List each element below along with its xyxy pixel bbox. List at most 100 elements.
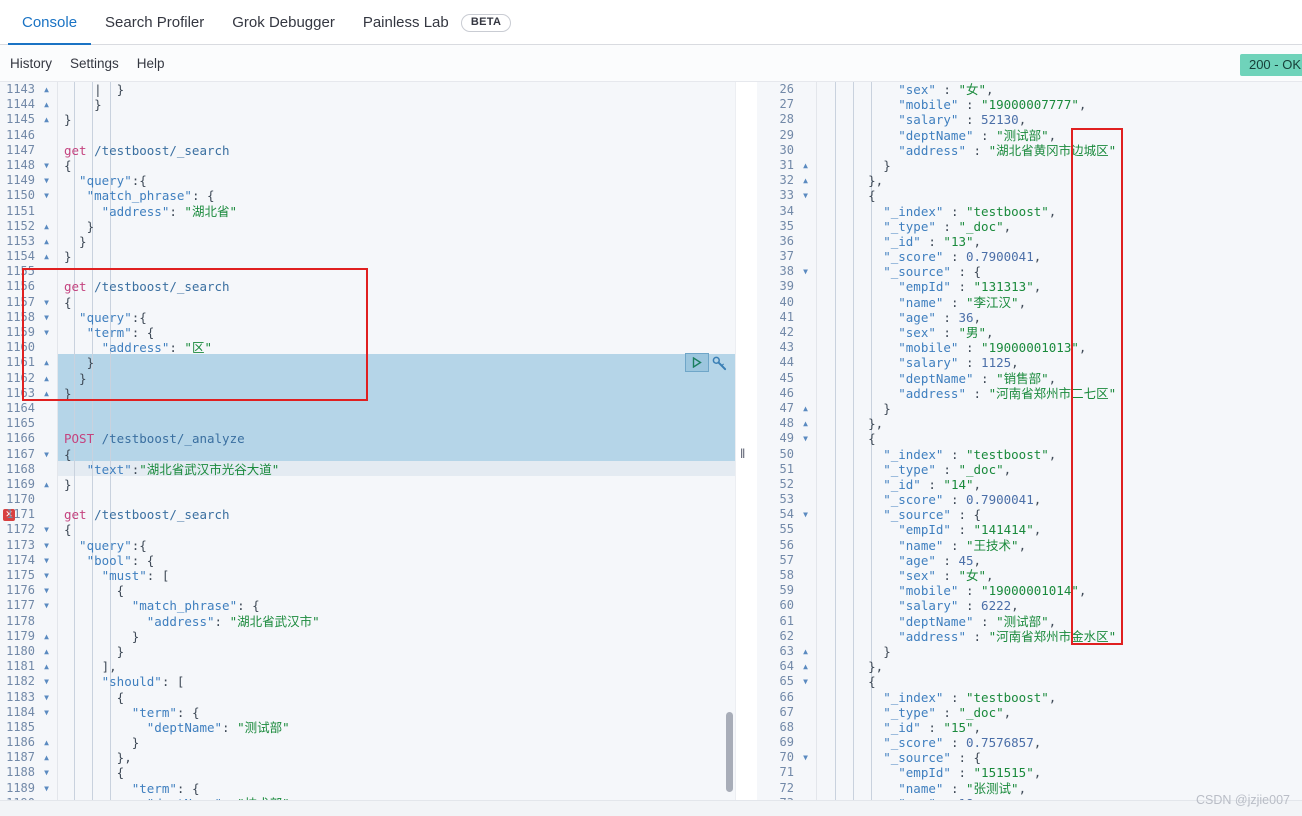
gutter-line-44[interactable]: 44 — [757, 355, 816, 370]
gutter-line-28[interactable]: 28 — [757, 112, 816, 127]
response-pane-scrollbar[interactable] — [1290, 82, 1301, 800]
fold-collapse-icon[interactable]: ▼ — [44, 188, 49, 203]
gutter-line-1179[interactable]: 1179 ▲ — [0, 629, 57, 644]
fold-collapse-icon[interactable]: ▼ — [803, 750, 808, 765]
gutter-line-43[interactable]: 43 — [757, 340, 816, 355]
tab-search-profiler[interactable]: Search Profiler — [91, 1, 218, 45]
submenu-item-help[interactable]: Help — [137, 56, 165, 71]
gutter-line-1189[interactable]: 1189 ▼ — [0, 781, 57, 796]
fold-collapse-icon[interactable]: ▼ — [44, 447, 49, 462]
fold-collapse-icon[interactable]: ▼ — [44, 158, 49, 173]
gutter-line-1154[interactable]: 1154 ▲ — [0, 249, 57, 264]
gutter-line-1168[interactable]: 1168 — [0, 462, 57, 477]
gutter-line-53[interactable]: 53 — [757, 492, 816, 507]
gutter-line-1186[interactable]: 1186 ▲ — [0, 735, 57, 750]
fold-expand-icon[interactable]: ▲ — [803, 158, 808, 173]
gutter-line-29[interactable]: 29 — [757, 128, 816, 143]
gutter-line-32[interactable]: 32 ▲ — [757, 173, 816, 188]
request-editor-scrollbar-thumb[interactable] — [726, 712, 733, 792]
gutter-line-1181[interactable]: 1181 ▲ — [0, 659, 57, 674]
gutter-line-1174[interactable]: 1174 ▼ — [0, 553, 57, 568]
gutter-line-1165[interactable]: 1165 — [0, 416, 57, 431]
gutter-line-34[interactable]: 34 — [757, 204, 816, 219]
gutter-line-39[interactable]: 39 — [757, 279, 816, 294]
gutter-line-68[interactable]: 68 — [757, 720, 816, 735]
tab-grok-debugger[interactable]: Grok Debugger — [218, 1, 349, 45]
request-editor-pane[interactable]: 1143 ▲ 1144 ▲ 1145 ▲ 1146 1147 1148 ▼ 1149 ▼ 1150 ▼ 11… — [0, 82, 735, 800]
fold-collapse-icon[interactable]: ▼ — [44, 173, 49, 188]
gutter-line-38[interactable]: 38 ▼ — [757, 264, 816, 279]
fold-expand-icon[interactable]: ▲ — [44, 249, 49, 264]
gutter-line-54[interactable]: 54 ▼ — [757, 507, 816, 522]
gutter-line-1164[interactable]: 1164 — [0, 401, 57, 416]
fold-collapse-icon[interactable]: ▼ — [44, 781, 49, 796]
gutter-line-1144[interactable]: 1144 ▲ — [0, 97, 57, 112]
gutter-line-1159[interactable]: 1159 ▼ — [0, 325, 57, 340]
fold-expand-icon[interactable]: ▲ — [44, 659, 49, 674]
fold-expand-icon[interactable]: ▲ — [803, 644, 808, 659]
gutter-line-1187[interactable]: 1187 ▲ — [0, 750, 57, 765]
gutter-line-1153[interactable]: 1153 ▲ — [0, 234, 57, 249]
fold-collapse-icon[interactable]: ▼ — [44, 553, 49, 568]
gutter-line-1184[interactable]: 1184 ▼ — [0, 705, 57, 720]
gutter-line-48[interactable]: 48 ▲ — [757, 416, 816, 431]
send-request-play-icon[interactable] — [685, 353, 709, 372]
gutter-line-1152[interactable]: 1152 ▲ — [0, 219, 57, 234]
gutter-line-62[interactable]: 62 — [757, 629, 816, 644]
fold-expand-icon[interactable]: ▲ — [803, 659, 808, 674]
fold-collapse-icon[interactable]: ▼ — [44, 765, 49, 780]
gutter-line-1155[interactable]: 1155 — [0, 264, 57, 279]
fold-expand-icon[interactable]: ▲ — [803, 173, 808, 188]
fold-collapse-icon[interactable]: ▼ — [44, 598, 49, 613]
gutter-line-1160[interactable]: 1160 — [0, 340, 57, 355]
gutter-line-1156[interactable]: 1156 — [0, 279, 57, 294]
gutter-line-42[interactable]: 42 — [757, 325, 816, 340]
gutter-line-1157[interactable]: 1157 ▼ — [0, 295, 57, 310]
gutter-line-41[interactable]: 41 — [757, 310, 816, 325]
gutter-line-47[interactable]: 47 ▲ — [757, 401, 816, 416]
fold-expand-icon[interactable]: ▲ — [803, 401, 808, 416]
gutter-line-57[interactable]: 57 — [757, 553, 816, 568]
fold-collapse-icon[interactable]: ▼ — [44, 538, 49, 553]
gutter-line-1158[interactable]: 1158 ▼ — [0, 310, 57, 325]
fold-collapse-icon[interactable]: ▼ — [44, 325, 49, 340]
fold-expand-icon[interactable]: ▲ — [44, 386, 49, 401]
gutter-line-66[interactable]: 66 — [757, 690, 816, 705]
tab-painless-lab[interactable]: Painless Lab BETA — [349, 1, 525, 45]
gutter-line-1188[interactable]: 1188 ▼ — [0, 765, 57, 780]
fold-collapse-icon[interactable]: ▼ — [803, 431, 808, 446]
request-code-lines[interactable]: | } }} get /testboost/_search{ "query":{ … — [58, 82, 735, 800]
fold-collapse-icon[interactable]: ▼ — [803, 188, 808, 203]
gutter-line-1145[interactable]: 1145 ▲ — [0, 112, 57, 127]
gutter-line-1146[interactable]: 1146 — [0, 128, 57, 143]
gutter-line-72[interactable]: 72 — [757, 781, 816, 796]
request-editor-scrollbar[interactable] — [724, 82, 735, 800]
fold-collapse-icon[interactable]: ▼ — [44, 568, 49, 583]
submenu-item-history[interactable]: History — [10, 56, 52, 71]
gutter-line-1162[interactable]: 1162 ▲ — [0, 371, 57, 386]
gutter-line-1147[interactable]: 1147 — [0, 143, 57, 158]
fold-collapse-icon[interactable]: ▼ — [803, 507, 808, 522]
gutter-line-1148[interactable]: 1148 ▼ — [0, 158, 57, 173]
fold-collapse-icon[interactable]: ▼ — [44, 690, 49, 705]
gutter-line-30[interactable]: 30 — [757, 143, 816, 158]
gutter-line-26[interactable]: 26 — [757, 82, 816, 97]
gutter-line-1166[interactable]: 1166 — [0, 431, 57, 446]
fold-collapse-icon[interactable]: ▼ — [44, 295, 49, 310]
gutter-line-40[interactable]: 40 — [757, 295, 816, 310]
fold-expand-icon[interactable]: ▲ — [44, 629, 49, 644]
fold-collapse-icon[interactable]: ▼ — [803, 674, 808, 689]
gutter-line-1163[interactable]: 1163 ▲ — [0, 386, 57, 401]
gutter-line-56[interactable]: 56 — [757, 538, 816, 553]
fold-expand-icon[interactable]: ▲ — [44, 82, 49, 97]
gutter-line-60[interactable]: 60 — [757, 598, 816, 613]
fold-expand-icon[interactable]: ▲ — [44, 234, 49, 249]
gutter-line-1173[interactable]: 1173 ▼ — [0, 538, 57, 553]
gutter-line-1161[interactable]: 1161 ▲ — [0, 355, 57, 370]
gutter-line-27[interactable]: 27 — [757, 97, 816, 112]
request-code-area[interactable]: 1143 ▲ 1144 ▲ 1145 ▲ 1146 1147 1148 ▼ 1149 ▼ 1150 ▼ 11… — [0, 82, 735, 800]
gutter-line-1177[interactable]: 1177 ▼ — [0, 598, 57, 613]
gutter-line-1182[interactable]: 1182 ▼ — [0, 674, 57, 689]
gutter-line-1176[interactable]: 1176 ▼ — [0, 583, 57, 598]
request-line-number-gutter[interactable]: 1143 ▲ 1144 ▲ 1145 ▲ 1146 1147 1148 ▼ 1149 ▼ 1150 ▼ 11… — [0, 82, 58, 800]
